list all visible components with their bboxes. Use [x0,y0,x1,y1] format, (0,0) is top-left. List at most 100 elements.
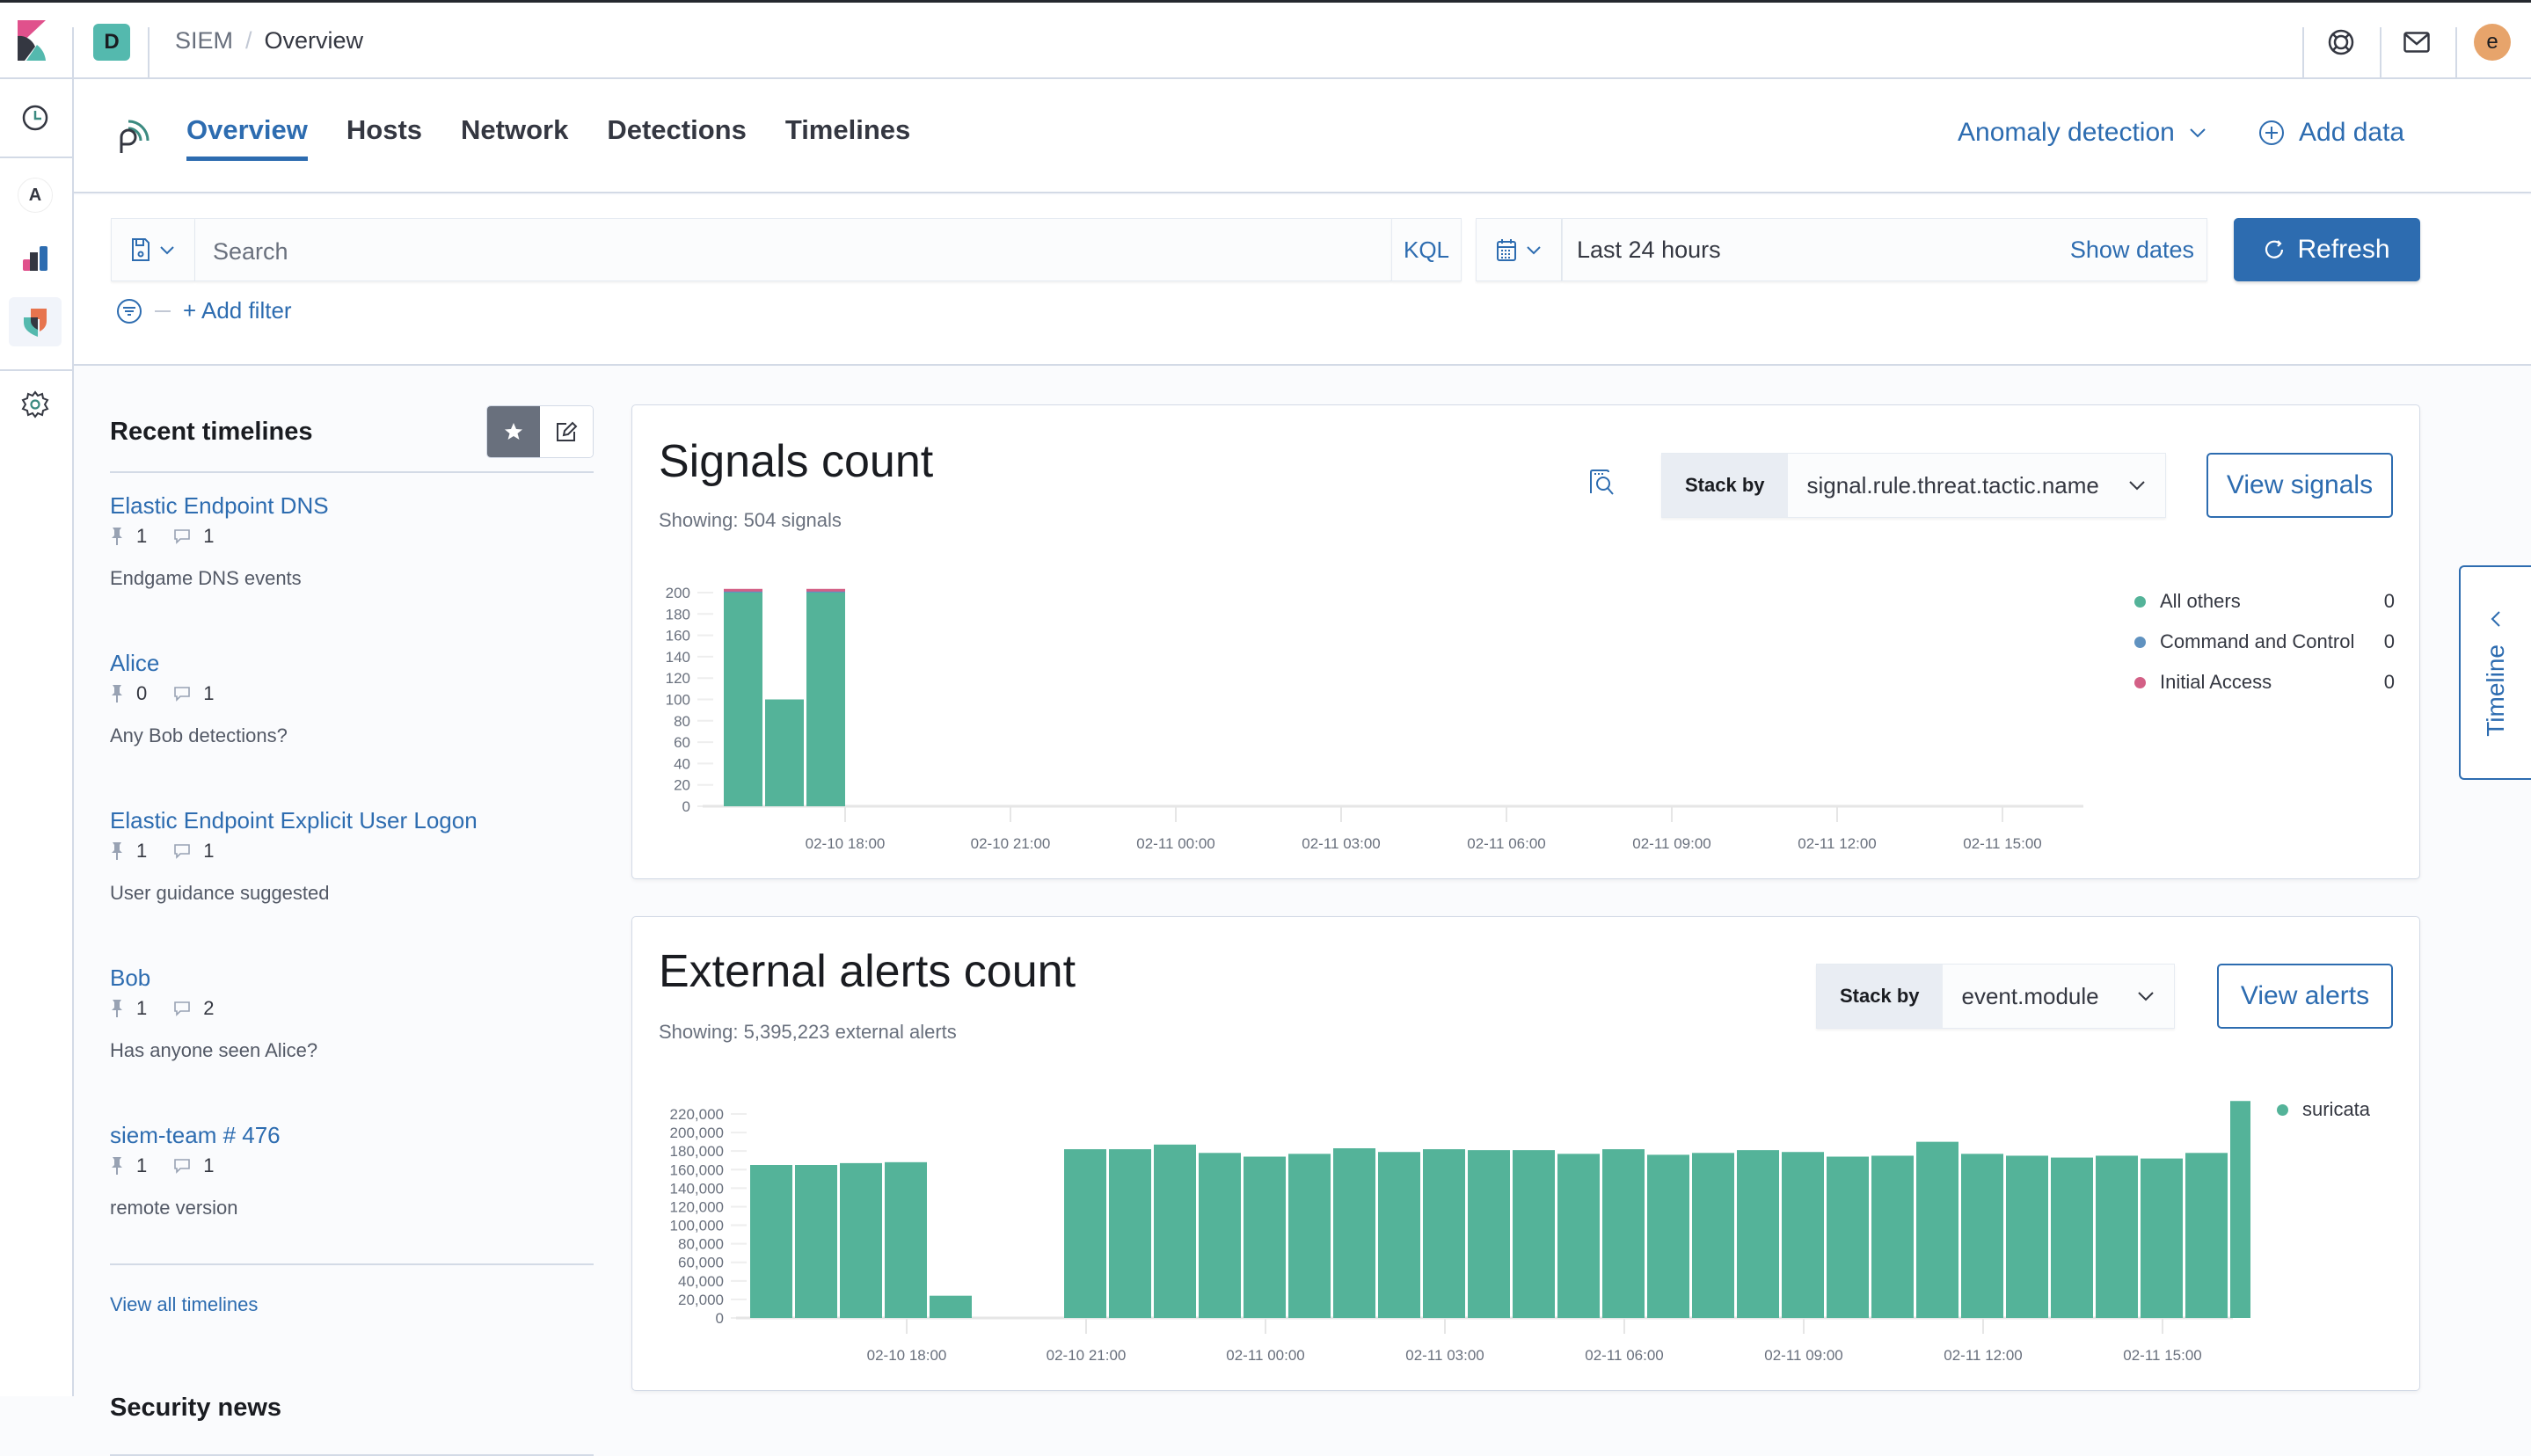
x-tick-label: 02-11 09:00 [1764,1347,1842,1364]
search-input[interactable]: Search [195,218,1391,281]
tab-network[interactable]: Network [461,114,568,161]
nav-divider [0,369,72,371]
x-tick-label: 02-11 00:00 [1226,1347,1304,1364]
refresh-icon [2265,240,2284,258]
bar-suricata [750,1165,792,1318]
y-tick-label: 140,000 [670,1180,724,1197]
header-divider [2302,27,2304,82]
stack-by-label: Stack by [1662,454,1788,517]
filter-icon[interactable] [116,298,142,324]
query-language-button[interactable]: KQL [1391,218,1462,281]
add-data-button[interactable]: Add data [2258,118,2404,148]
kibana-logo-icon[interactable] [18,20,53,61]
nav-siem[interactable] [9,297,62,346]
chevron-down-icon [2129,481,2145,491]
date-range-display[interactable]: Last 24 hours Show dates [1562,218,2207,281]
signals-chart: 0 20 40 60 80 100 120 140 160 180 200 02-10 18:00 02… [666,585,2083,852]
pin-icon [112,685,122,703]
bar-suricata [1871,1155,1914,1318]
signals-title: Signals count [659,436,934,487]
newsfeed-button[interactable] [2398,24,2435,61]
external-alerts-subtitle: Showing: 5,395,223 external alerts [659,1021,957,1043]
legend-item[interactable]: suricata [2277,1089,2400,1130]
add-filter-button[interactable]: + Add filter [183,297,292,324]
mail-icon [2403,32,2430,53]
bar-suricata [1333,1148,1375,1318]
timeline-title-link[interactable]: Alice [110,650,594,677]
filter-bar: + Add filter [116,297,292,324]
nav-visualize[interactable] [9,234,62,283]
timeline-title-link[interactable]: Elastic Endpoint Explicit User Logon [110,807,594,834]
timeline-title-link[interactable]: Elastic Endpoint DNS [110,492,594,520]
header-divider [72,27,74,82]
notes-count: 1 [203,682,215,704]
bar-suricata [1737,1150,1779,1318]
timeline-title-link[interactable]: siem-team # 476 [110,1122,594,1149]
chevron-down-icon [160,245,174,254]
timeline-list-item: siem-team # 476 1 1 remote version [110,1122,594,1260]
help-button[interactable] [2323,24,2360,61]
stack-by-value: signal.rule.threat.tactic.name [1806,471,2099,499]
tab-detections[interactable]: Detections [607,114,746,161]
signals-stack-by-select[interactable]: Stack by signal.rule.threat.tactic.name [1661,453,2166,518]
timeline-title-link[interactable]: Bob [110,965,594,992]
timeline-description: Has anyone seen Alice? [110,1039,318,1061]
timeline-list-item: Elastic Endpoint Explicit User Logon 1 1… [110,807,594,945]
pin-icon [112,1157,122,1175]
external-stack-by-select[interactable]: Stack by event.module [1816,964,2175,1029]
user-avatar[interactable]: e [2474,24,2511,61]
breadcrumb-siem[interactable]: SIEM [175,27,233,55]
tab-overview[interactable]: Overview [186,114,308,161]
saved-query-menu[interactable] [111,218,195,281]
notes-count: 1 [203,525,215,547]
timeline-list-item: Bob 1 2 Has anyone seen Alice? [110,965,594,1103]
bar-suricata [885,1161,927,1318]
timeline-description: Endgame DNS events [110,567,302,589]
bar-suricata [1557,1154,1600,1318]
left-nav: A [0,79,74,1396]
x-tick-label: 02-11 03:00 [1405,1347,1484,1364]
view-all-timelines-link[interactable]: View all timelines [110,1293,594,1316]
timeline-description: Any Bob detections? [110,724,288,746]
recent-timelines-sidebar: Recent timelines Elastic Endpoint DNS 1 … [110,404,594,1456]
nav-recently-viewed[interactable] [9,93,62,142]
legend-item[interactable]: Initial Access 0 [2134,662,2395,703]
refresh-button[interactable]: Refresh [2234,218,2420,281]
view-signals-button[interactable]: View signals [2206,453,2393,518]
comment-icon [174,687,191,702]
favorites-toggle[interactable] [487,406,540,457]
external-alerts-title: External alerts count [659,946,1076,997]
timeline-flyout-button[interactable]: Timeline [2459,565,2531,780]
anomaly-detection-button[interactable]: Anomaly detection [1958,118,2206,148]
tab-timelines[interactable]: Timelines [785,114,910,161]
bar-suricata [1288,1154,1331,1318]
x-tick-label: 02-11 09:00 [1632,835,1710,852]
view-alerts-button[interactable]: View alerts [2217,964,2393,1029]
inspect-icon[interactable] [1589,469,1616,497]
bar-suricata [2185,1153,2228,1318]
last-updated-toggle[interactable] [540,406,593,457]
y-tick-label: 140 [666,649,690,666]
legend-color-dot [2277,1103,2288,1116]
x-tick-label: 02-11 06:00 [1467,835,1545,852]
legend-item[interactable]: Command and Control 0 [2134,622,2395,662]
y-tick-label: 60,000 [678,1255,724,1271]
header-divider [2455,27,2457,82]
legend-color-dot [2134,636,2146,648]
chevron-down-icon [2138,992,2154,1001]
space-avatar[interactable]: D [93,24,130,61]
comment-icon [174,1159,191,1174]
pin-icon [112,842,122,860]
y-tick-label: 80,000 [678,1236,724,1253]
show-dates-button[interactable]: Show dates [2070,237,2194,264]
nav-app-a[interactable]: A [9,171,62,220]
siem-navigation: Overview Hosts Network Detections Timeli… [74,79,2531,193]
legend-item[interactable]: All others 0 [2134,581,2395,622]
bar-all-others [806,593,845,806]
bar-suricata [2096,1155,2138,1318]
quick-select-button[interactable] [1476,218,1562,281]
x-tick-label: 02-10 21:00 [1047,1347,1127,1364]
nav-management[interactable] [9,380,62,429]
timeline-list-item: Alice 0 1 Any Bob detections? [110,650,594,788]
tab-hosts[interactable]: Hosts [346,114,422,161]
